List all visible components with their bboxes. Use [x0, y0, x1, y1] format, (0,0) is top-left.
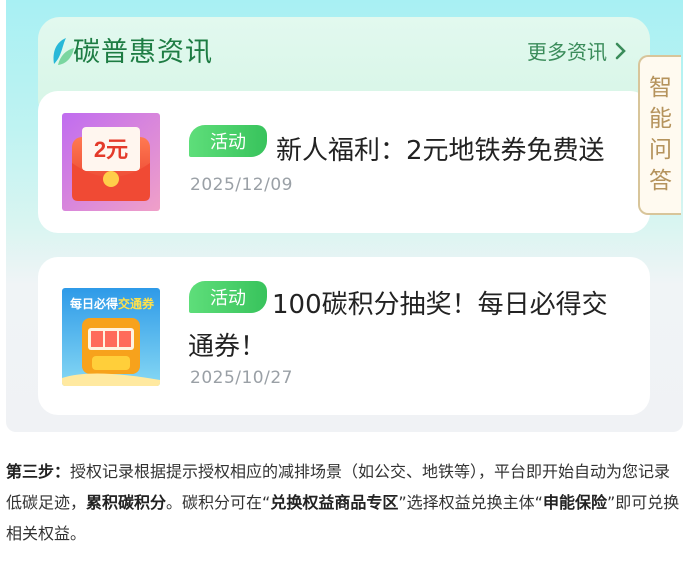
more-news-link[interactable]: 更多资讯 — [527, 36, 627, 65]
side-tab-char: 智 — [649, 75, 672, 101]
activity-badge: 活动 — [189, 125, 267, 157]
news-title: 碳普惠资讯 — [73, 37, 213, 68]
news-item[interactable]: 2元 活动 新人福利：2元地铁券免费送 2025/12/09 — [38, 91, 650, 233]
news-item-title: 100碳积分抽奖！每日必得交通券！ — [188, 290, 608, 362]
step-highlight: 申能保险 — [542, 493, 607, 512]
step-highlight: 兑换权益商品专区 — [270, 493, 399, 512]
thumbnail-amount: 2元 — [94, 137, 128, 162]
more-news-label: 更多资讯 — [527, 40, 607, 64]
news-item[interactable]: 每日必得 交通券 活动 100碳积分抽奖！每日必得交通券！ 2025/10/27 — [38, 257, 650, 415]
step-label: 第三步： — [6, 462, 71, 481]
slot-machine-thumbnail: 每日必得 交通券 — [62, 288, 160, 386]
thumbnail-text-b: 交通券 — [118, 296, 155, 311]
step-text: ”选择权益兑换主体“ — [398, 493, 543, 512]
thumbnail-text-a: 每日必得 — [70, 296, 118, 311]
smart-qa-tab[interactable]: 智 能 问 答 — [638, 55, 681, 215]
carbon-news-panel: 碳普惠资讯 更多资讯 2元 活动 新人福利：2元地铁券免费送 2025/12/0… — [6, 0, 683, 432]
step-highlight: 累积碳积分 — [86, 493, 167, 512]
news-item-date: 2025/10/27 — [190, 368, 293, 388]
red-envelope-thumbnail: 2元 — [62, 113, 160, 211]
side-tab-char: 问 — [649, 137, 672, 163]
news-item-date: 2025/12/09 — [190, 175, 293, 195]
side-tab-char: 答 — [649, 168, 672, 194]
side-tab-char: 能 — [649, 106, 672, 132]
news-item-title: 新人福利：2元地铁券免费送 — [276, 136, 605, 166]
step-three-paragraph: 第三步：授权记录根据提示授权相应的减排场景（如公交、地铁等），平台即开始自动为您… — [6, 456, 682, 549]
chevron-right-icon — [615, 42, 626, 59]
step-text: 。碳积分可在“ — [166, 493, 271, 512]
